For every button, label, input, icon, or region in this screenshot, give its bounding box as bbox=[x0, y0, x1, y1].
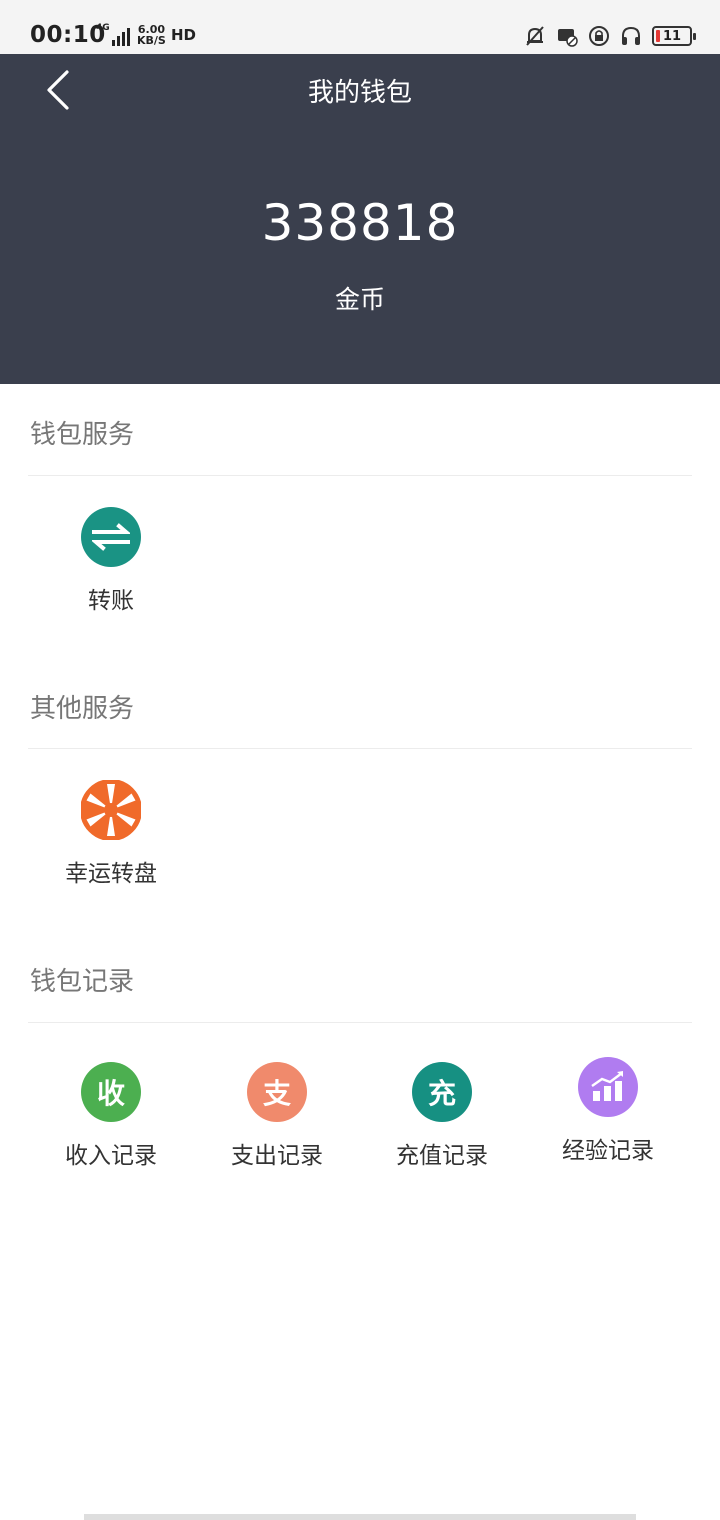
lucky-wheel-button[interactable]: 幸运转盘 bbox=[36, 780, 186, 888]
recharge-records-button[interactable]: 充 充值记录 bbox=[367, 1062, 517, 1170]
income-records-button[interactable]: 收 收入记录 bbox=[36, 1062, 186, 1170]
coin-unit-label: 金币 bbox=[334, 285, 385, 314]
status-icons: 11 bbox=[524, 22, 696, 50]
page-title: 我的钱包 bbox=[307, 78, 412, 108]
divider bbox=[28, 748, 692, 749]
network-speed: 6.00 KB/S bbox=[137, 24, 166, 46]
network-type: 4G bbox=[96, 23, 110, 33]
status-time: 00:10 bbox=[30, 22, 106, 48]
recharge-records-label: 充值记录 bbox=[396, 1143, 488, 1169]
expense-records-label: 支出记录 bbox=[231, 1143, 323, 1169]
signal-icon bbox=[112, 28, 130, 46]
speed-unit: KB/S bbox=[137, 34, 166, 47]
message-blocked-icon bbox=[558, 29, 578, 47]
expense-glyph: 支 bbox=[262, 1077, 291, 1110]
lock-rotation-icon bbox=[589, 26, 609, 46]
battery-level: 11 bbox=[662, 28, 682, 44]
income-records-label: 收入记录 bbox=[65, 1143, 157, 1169]
bell-off-icon bbox=[526, 26, 544, 46]
divider bbox=[28, 1022, 692, 1023]
section-title-wallet-services: 钱包服务 bbox=[30, 420, 135, 450]
divider bbox=[28, 475, 692, 476]
hd-badge: HD bbox=[171, 26, 197, 44]
income-glyph: 收 bbox=[96, 1077, 125, 1110]
lucky-wheel-icon bbox=[81, 780, 141, 840]
income-icon: 收 bbox=[81, 1062, 141, 1122]
expense-icon: 支 bbox=[247, 1062, 307, 1122]
expense-records-button[interactable]: 支 支出记录 bbox=[202, 1062, 352, 1170]
status-bar: 00:10 4G 6.00 KB/S HD 11 bbox=[0, 0, 720, 54]
recharge-icon: 充 bbox=[412, 1062, 472, 1122]
bottom-edge-bar bbox=[84, 1514, 636, 1520]
experience-chart-icon bbox=[578, 1057, 638, 1117]
coin-balance: 338818 bbox=[261, 194, 459, 252]
transfer-arrows-icon bbox=[81, 507, 141, 567]
battery-indicator: 11 bbox=[652, 26, 696, 46]
experience-records-label: 经验记录 bbox=[562, 1138, 654, 1164]
recharge-glyph: 充 bbox=[427, 1077, 456, 1110]
lucky-wheel-label: 幸运转盘 bbox=[65, 861, 157, 887]
section-title-other-services: 其他服务 bbox=[30, 694, 135, 724]
headphones-icon bbox=[622, 26, 640, 45]
section-title-wallet-records: 钱包记录 bbox=[30, 967, 135, 997]
wallet-header: 我的钱包 338818 金币 bbox=[0, 54, 720, 384]
experience-records-button[interactable]: 经验记录 bbox=[533, 1057, 683, 1165]
transfer-button[interactable]: 转账 bbox=[36, 507, 186, 615]
transfer-label: 转账 bbox=[88, 588, 134, 614]
